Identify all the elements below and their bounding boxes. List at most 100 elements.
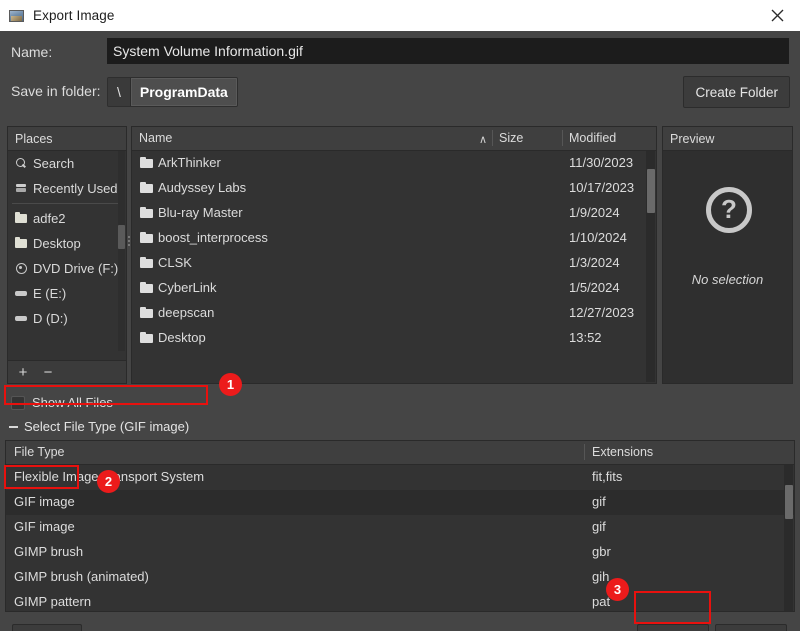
name-input[interactable]: [107, 38, 789, 64]
table-row[interactable]: Desktop 13:52: [132, 326, 656, 351]
places-scrollbar[interactable]: [118, 151, 125, 351]
add-place-button[interactable]: +: [13, 362, 33, 382]
folder-icon: [14, 237, 29, 250]
file-name: boost_interprocess: [158, 230, 268, 245]
place-item-desktop[interactable]: Desktop: [8, 231, 126, 256]
breadcrumb: \ ProgramData: [107, 77, 238, 107]
close-icon[interactable]: [754, 0, 800, 31]
places-footer: + −: [8, 360, 126, 383]
title-bar: Export Image: [0, 0, 800, 31]
preview-empty-text: No selection: [663, 272, 792, 287]
file-type-name: GIMP brush: [14, 544, 83, 559]
name-label: Name:: [0, 44, 100, 60]
table-row[interactable]: ArkThinker 11/30/2023: [132, 151, 656, 176]
place-item-d-drive[interactable]: D (D:): [8, 306, 126, 331]
annotation-badge-1: 1: [219, 373, 242, 396]
places-divider: [12, 203, 122, 204]
create-folder-button[interactable]: Create Folder: [683, 76, 790, 108]
question-mark-glyph: ?: [721, 196, 737, 222]
file-name: deepscan: [158, 305, 214, 320]
dialog-body: Name: Save in folder: \ ProgramData Crea…: [0, 31, 800, 631]
place-label: E (E:): [33, 286, 66, 301]
file-type-row-gif-image[interactable]: GIF image gif: [6, 490, 794, 515]
dialog-footer: Help Export Cancel: [0, 616, 800, 631]
table-row[interactable]: boost_interprocess 1/10/2024: [132, 226, 656, 251]
table-row[interactable]: CyberLink 1/5/2024: [132, 276, 656, 301]
column-header-file-type[interactable]: File Type: [14, 445, 65, 459]
folder-icon: [140, 157, 153, 168]
table-row[interactable]: CLSK 1/3/2024: [132, 251, 656, 276]
place-item-dvd-drive[interactable]: DVD Drive (F:): [8, 256, 126, 281]
file-type-extension: gih: [592, 569, 609, 584]
file-type-name: GIF image: [14, 494, 75, 509]
table-row[interactable]: Blu-ray Master 1/9/2024: [132, 201, 656, 226]
place-item-e-drive[interactable]: E (E:): [8, 281, 126, 306]
file-modified: 11/30/2023: [569, 155, 633, 170]
file-type-extension: gbr: [592, 544, 611, 559]
checkbox-box[interactable]: [11, 396, 25, 410]
table-row[interactable]: deepscan 12/27/2023: [132, 301, 656, 326]
select-file-type-expander[interactable]: Select File Type (GIF image): [8, 419, 189, 434]
dvd-drive-icon: [14, 262, 29, 275]
folder-icon: [140, 282, 153, 293]
file-type-row-fits[interactable]: Flexible Image Transport System fit,fits: [6, 465, 794, 490]
place-item-adfe2[interactable]: adfe2: [8, 206, 126, 231]
annotation-badge-3: 3: [606, 578, 629, 601]
file-type-rows: Flexible Image Transport System fit,fits…: [6, 465, 794, 612]
file-type-header: File Type Extensions: [6, 441, 794, 465]
show-all-files-label: Show All Files: [32, 395, 113, 410]
file-type-row-gimp-pattern[interactable]: GIMP pattern pat: [6, 590, 794, 612]
question-mark-icon: ?: [706, 187, 752, 233]
place-label: Recently Used: [33, 181, 118, 196]
folder-icon: [14, 212, 29, 225]
file-name: ArkThinker: [158, 155, 221, 170]
file-type-scrollbar-thumb[interactable]: [785, 485, 793, 519]
export-button[interactable]: Export: [637, 624, 709, 631]
file-type-extension: gif: [592, 494, 606, 509]
breadcrumb-item-root[interactable]: \: [108, 78, 131, 106]
cancel-button[interactable]: Cancel: [715, 624, 787, 631]
file-type-scrollbar[interactable]: [784, 465, 793, 611]
place-label: Search: [33, 156, 74, 171]
file-list-scrollbar[interactable]: [646, 151, 655, 382]
header-divider: [562, 130, 563, 146]
preview-header: Preview: [663, 127, 792, 151]
file-list-rows: ArkThinker 11/30/2023 Audyssey Labs 10/1…: [132, 151, 656, 351]
file-type-row-gimp-brush-animated[interactable]: GIMP brush (animated) gih: [6, 565, 794, 590]
help-button[interactable]: Help: [12, 624, 82, 631]
places-panel: Places Search Recently Used adfe2: [7, 126, 127, 384]
drive-icon: [14, 287, 29, 300]
column-header-size[interactable]: Size: [499, 131, 523, 145]
save-in-folder-label: Save in folder:: [11, 83, 101, 99]
file-list-panel: Name ∧ Size Modified ArkThinker 11/30/20…: [131, 126, 657, 384]
column-header-name[interactable]: Name: [139, 131, 172, 145]
file-name: Audyssey Labs: [158, 180, 246, 195]
breadcrumb-item-programdata[interactable]: ProgramData: [131, 78, 237, 106]
column-header-extensions[interactable]: Extensions: [592, 445, 653, 459]
place-item-search[interactable]: Search: [8, 151, 126, 176]
show-all-files-checkbox[interactable]: Show All Files: [11, 395, 113, 410]
file-type-row-gif-image-2[interactable]: GIF image gif: [6, 515, 794, 540]
window-title: Export Image: [33, 8, 115, 23]
file-name: CyberLink: [158, 280, 217, 295]
folder-icon: [140, 332, 153, 343]
file-list-scrollbar-thumb[interactable]: [647, 169, 655, 213]
file-type-extension: fit,fits: [592, 469, 622, 484]
drive-icon: [14, 312, 29, 325]
column-header-modified[interactable]: Modified: [569, 131, 616, 145]
file-type-extension: gif: [592, 519, 606, 534]
file-name: CLSK: [158, 255, 192, 270]
folder-icon: [140, 207, 153, 218]
file-modified: 10/17/2023: [569, 180, 634, 195]
file-name: Desktop: [158, 330, 206, 345]
table-row[interactable]: Audyssey Labs 10/17/2023: [132, 176, 656, 201]
places-header: Places: [8, 127, 126, 151]
browser-panes: Places Search Recently Used adfe2: [7, 126, 793, 384]
folder-icon: [140, 182, 153, 193]
header-divider: [584, 444, 585, 460]
file-type-row-gimp-brush[interactable]: GIMP brush gbr: [6, 540, 794, 565]
place-item-recently-used[interactable]: Recently Used: [8, 176, 126, 201]
places-scrollbar-thumb[interactable]: [118, 225, 125, 249]
remove-place-button[interactable]: −: [38, 362, 58, 382]
image-file-icon: [9, 8, 25, 24]
